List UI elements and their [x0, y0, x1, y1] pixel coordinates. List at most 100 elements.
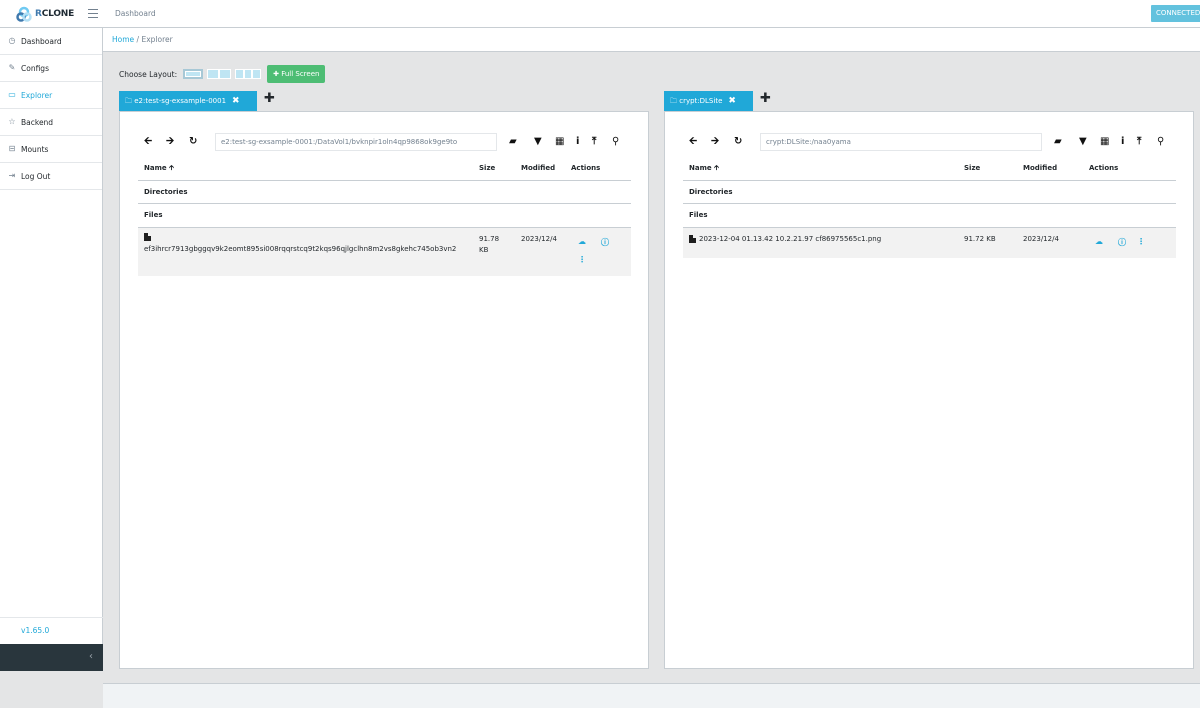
close-tab-icon[interactable]: ✖: [728, 96, 736, 106]
monitor-icon: ▭: [8, 90, 16, 99]
column-size-header[interactable]: Size: [479, 164, 495, 172]
table-row[interactable]: 2023-12-04 01.13.42 10.2.21.97 cf8697556…: [683, 228, 1176, 258]
tab-label: 🗀 e2:test-sg-exsample-0001: [125, 97, 227, 105]
divider: [683, 203, 1176, 204]
directories-label: Directories: [144, 188, 188, 196]
add-tab-icon[interactable]: ✚: [264, 91, 275, 106]
logout-icon: ⇥: [8, 171, 16, 180]
new-folder-icon[interactable]: ▰: [509, 136, 517, 148]
sidebar-nav: ◷ Dashboard ✎ Configs ▭ Explorer ☆ Backend ⊟ Moun…: [0, 28, 102, 190]
footer-strip: [103, 683, 1200, 708]
sidebar-item-explorer[interactable]: ▭ Explorer: [0, 82, 102, 109]
info-circle-icon[interactable]: ⓘ: [1118, 237, 1126, 248]
files-label: Files: [144, 211, 163, 219]
path-input[interactable]: e2:test-sg-exsample-0001:/DataVol1/bvknp…: [215, 133, 497, 151]
divider: [138, 180, 631, 181]
divider: [138, 203, 631, 204]
top-header: RCLONE Dashboard CONNECTED: [0, 0, 1200, 28]
fullscreen-button[interactable]: ✚ Full Screen: [267, 65, 326, 83]
file-modified: 2023/12/4: [1023, 235, 1059, 243]
forward-arrow-icon[interactable]: 🡪: [711, 136, 719, 148]
sidebar-item-mounts[interactable]: ⊟ Mounts: [0, 136, 102, 163]
header-dashboard-link[interactable]: Dashboard: [115, 9, 156, 18]
connection-status-badge: CONNECTED: [1151, 5, 1200, 22]
search-icon[interactable]: ⚲: [1157, 136, 1164, 148]
sidebar-collapse-button[interactable]: ‹: [0, 644, 103, 671]
refresh-icon[interactable]: ↻: [189, 136, 197, 148]
rclone-logo-icon: [16, 6, 32, 22]
refresh-icon[interactable]: ↻: [734, 136, 742, 148]
pane-toolbar: 🡨 🡪 ↻ crypt:DLSite:/naa0yama ▰ ▼ ▦ i ⤒ ⚲: [665, 133, 1193, 151]
directories-label: Directories: [689, 188, 733, 196]
sidebar: ◷ Dashboard ✎ Configs ▭ Explorer ☆ Backend ⊟ Moun…: [0, 28, 103, 671]
sidebar-item-backend[interactable]: ☆ Backend: [0, 109, 102, 136]
speedometer-icon: ◷: [8, 36, 16, 45]
close-tab-icon[interactable]: ✖: [232, 96, 240, 106]
logo-text: RCLONE: [35, 9, 75, 19]
explorer-pane-2: 🡨 🡪 ↻ crypt:DLSite:/naa0yama ▰ ▼ ▦ i ⤒ ⚲…: [664, 111, 1194, 669]
explorer-pane-1: 🡨 🡪 ↻ e2:test-sg-exsample-0001:/DataVol1…: [119, 111, 649, 669]
pane-tab-1[interactable]: 🗀 e2:test-sg-exsample-0001 ✖: [119, 91, 257, 111]
download-cloud-icon[interactable]: ☁: [1095, 237, 1103, 246]
file-size-unit: KB: [479, 246, 489, 254]
info-icon[interactable]: i: [576, 136, 579, 148]
filter-icon[interactable]: ▼: [1079, 136, 1087, 148]
file-size: 91.78: [479, 235, 500, 243]
layout-chooser: Choose Layout: ✚ Full Screen: [119, 65, 326, 83]
files-label: Files: [689, 211, 708, 219]
chevron-left-icon: ‹: [89, 651, 93, 662]
sidebar-item-configs[interactable]: ✎ Configs: [0, 55, 102, 82]
column-name-header[interactable]: Name 🡩: [689, 164, 719, 175]
layout-three-pane-button[interactable]: [235, 69, 262, 79]
info-icon[interactable]: i: [1121, 136, 1124, 148]
column-modified-header[interactable]: Modified: [521, 164, 555, 172]
download-cloud-icon[interactable]: ☁: [578, 237, 586, 246]
grid-view-icon[interactable]: ▦: [1100, 136, 1109, 148]
file-icon: [144, 233, 153, 242]
add-tab-icon[interactable]: ✚: [760, 91, 771, 106]
sidebar-item-label: Configs: [21, 63, 49, 73]
divider: [683, 180, 1176, 181]
table-row[interactable]: ef3ihrcr7913gbggqv9k2eomt895si008rqqrstc…: [138, 228, 631, 276]
breadcrumb-separator: /: [136, 35, 140, 44]
pencil-icon: ✎: [8, 63, 16, 72]
sidebar-item-log-out[interactable]: ⇥ Log Out: [0, 163, 102, 190]
file-size: 91.72 KB: [964, 235, 996, 243]
sidebar-item-dashboard[interactable]: ◷ Dashboard: [0, 28, 102, 55]
column-actions-header: Actions: [1089, 164, 1119, 172]
back-arrow-icon[interactable]: 🡨: [144, 136, 152, 148]
menu-toggle-icon[interactable]: [88, 9, 98, 18]
path-input[interactable]: crypt:DLSite:/naa0yama: [760, 133, 1042, 151]
search-icon[interactable]: ⚲: [612, 136, 619, 148]
breadcrumb: Home / Explorer: [103, 28, 1200, 52]
version-label: v1.65.0: [21, 626, 50, 635]
layout-one-pane-button[interactable]: [183, 69, 204, 79]
info-circle-icon[interactable]: ⓘ: [601, 237, 609, 248]
sidebar-item-label: Log Out: [21, 171, 51, 181]
upload-icon[interactable]: ⤒: [1137, 136, 1141, 148]
forward-arrow-icon[interactable]: 🡪: [166, 136, 174, 148]
breadcrumb-home[interactable]: Home: [112, 35, 134, 44]
rclone-logo[interactable]: RCLONE: [16, 6, 74, 22]
star-icon: ☆: [8, 117, 16, 126]
upload-icon[interactable]: ⤒: [592, 136, 596, 148]
file-name[interactable]: ef3ihrcr7913gbggqv9k2eomt895si008rqqrstc…: [144, 245, 456, 253]
file-name[interactable]: 2023-12-04 01.13.42 10.2.21.97 cf8697556…: [699, 235, 881, 243]
more-options-icon[interactable]: ⋮: [578, 255, 586, 264]
column-size-header[interactable]: Size: [964, 164, 980, 172]
grid-view-icon[interactable]: ▦: [555, 136, 564, 148]
sidebar-item-label: Backend: [21, 117, 54, 127]
more-options-icon[interactable]: ⋮: [1137, 237, 1145, 246]
column-name-header[interactable]: Name 🡩: [144, 164, 174, 175]
layout-two-pane-button[interactable]: [207, 69, 232, 79]
sidebar-footer: [0, 671, 103, 708]
pane-tab-2[interactable]: 🗀 crypt:DLSite ✖: [664, 91, 753, 111]
new-folder-icon[interactable]: ▰: [1054, 136, 1062, 148]
back-arrow-icon[interactable]: 🡨: [689, 136, 697, 148]
breadcrumb-current: Explorer: [141, 35, 173, 44]
column-modified-header[interactable]: Modified: [1023, 164, 1057, 172]
pane-toolbar: 🡨 🡪 ↻ e2:test-sg-exsample-0001:/DataVol1…: [120, 133, 648, 151]
divider: [0, 617, 103, 618]
sidebar-item-label: Explorer: [21, 90, 53, 100]
filter-icon[interactable]: ▼: [534, 136, 542, 148]
